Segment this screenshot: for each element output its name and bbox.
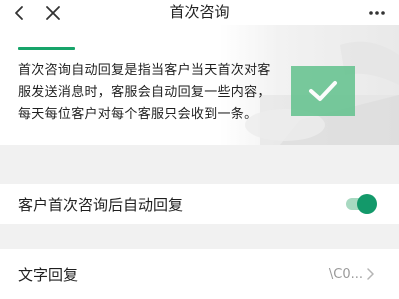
navigation-bar: 首次咨询 — [0, 0, 399, 25]
check-badge — [291, 66, 355, 116]
chevron-right-icon — [365, 249, 375, 299]
more-button[interactable] — [365, 0, 389, 25]
banner-description: 首次咨询自动回复是指当客户当天首次对客服发送消息时，客服会自动回复一些内容，每天… — [18, 63, 271, 122]
intro-banner: 首次咨询自动回复是指当客户当天首次对客服发送消息时，客服会自动回复一些内容，每天… — [0, 25, 399, 145]
toggle-knob — [357, 194, 377, 214]
auto-reply-toggle[interactable] — [346, 194, 377, 214]
text-reply-value: \C0... — [328, 266, 363, 282]
checkmark-icon — [309, 81, 337, 101]
accent-line — [18, 47, 75, 50]
page-title: 首次咨询 — [169, 3, 230, 21]
more-dots-icon — [369, 10, 385, 15]
text-reply-label: 文字回复 — [18, 265, 79, 284]
text-reply-row[interactable]: 文字回复 \C0... — [0, 249, 399, 299]
auto-reply-row: 客户首次咨询后自动回复 — [0, 184, 399, 224]
auto-reply-label: 客户首次咨询后自动回复 — [18, 195, 184, 214]
